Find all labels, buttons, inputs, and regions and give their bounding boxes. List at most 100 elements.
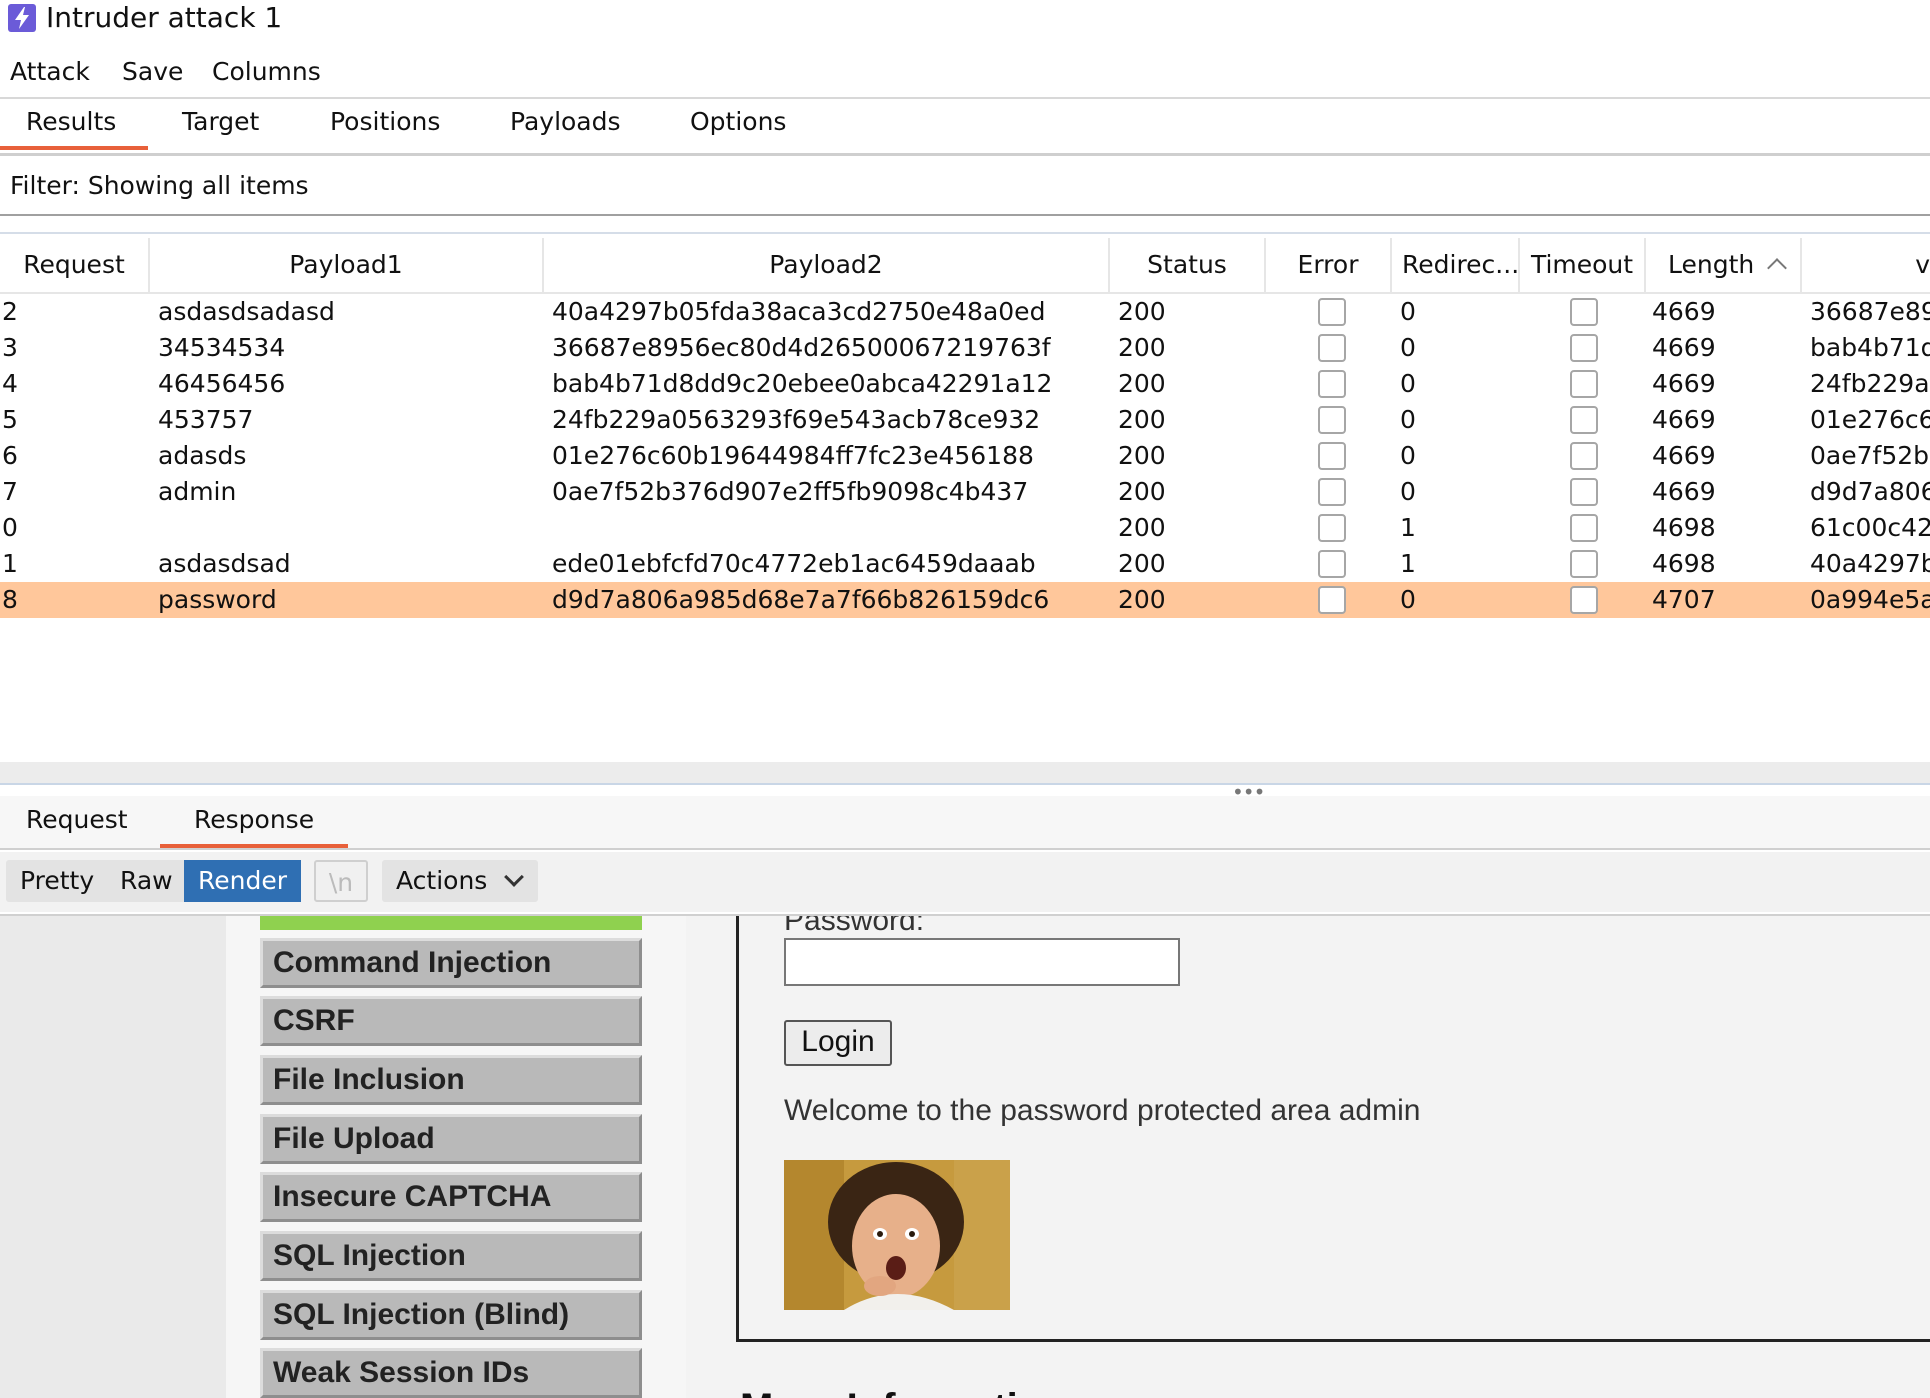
nav-insecure-captcha[interactable]: Insecure CAPTCHA bbox=[260, 1172, 642, 1222]
cell-extra: 40a4297b bbox=[1810, 549, 1930, 578]
table-row[interactable]: 3 34534534 36687e8956ec80d4d26500067219763… bbox=[0, 330, 1930, 366]
table-row[interactable]: 0 200 1 4698 61c00c42a bbox=[0, 510, 1930, 546]
nav-command-injection[interactable]: Command Injection bbox=[260, 938, 642, 988]
timeout-checkbox bbox=[1570, 334, 1598, 362]
sort-ascending-icon bbox=[1767, 258, 1788, 278]
tab-positions[interactable]: Positions bbox=[330, 104, 440, 140]
cell-payload1: password bbox=[158, 585, 277, 614]
title-bar: Intruder attack 1 bbox=[0, 0, 1930, 38]
cell-extra: 0ae7f52b3 bbox=[1810, 441, 1930, 470]
cell-extra: 61c00c42a bbox=[1810, 513, 1930, 542]
cell-extra: 0a994e5al bbox=[1810, 585, 1930, 614]
table-row[interactable]: 5 453757 24fb229a0563293f69e543acb78ce932 2… bbox=[0, 402, 1930, 438]
column-header-timeout[interactable]: Timeout bbox=[1520, 238, 1646, 292]
cell-length: 4669 bbox=[1652, 369, 1716, 398]
timeout-checkbox bbox=[1570, 514, 1598, 542]
password-input[interactable] bbox=[784, 938, 1180, 986]
column-header-redirects[interactable]: Redirec... bbox=[1392, 238, 1520, 292]
table-row[interactable]: 1 asdasdsad ede01ebfcfd70c4772eb1ac6459daa… bbox=[0, 546, 1930, 582]
error-checkbox bbox=[1318, 334, 1346, 362]
cell-request: 6 bbox=[2, 441, 18, 470]
cell-length: 4707 bbox=[1652, 585, 1716, 614]
column-header-request[interactable]: Request bbox=[0, 238, 150, 292]
timeout-checkbox bbox=[1570, 478, 1598, 506]
cell-status: 200 bbox=[1118, 513, 1166, 542]
table-row[interactable]: 4 46456456 bab4b71d8dd9c20ebee0abca42291a1… bbox=[0, 366, 1930, 402]
table-row[interactable]: 2 asdasdsadasd 40a4297b05fda38aca3cd2750e4… bbox=[0, 294, 1930, 330]
lightning-icon bbox=[8, 4, 36, 32]
timeout-checkbox bbox=[1570, 370, 1598, 398]
cell-extra: d9d7a806 bbox=[1810, 477, 1930, 506]
column-header-length[interactable]: Length bbox=[1646, 238, 1802, 292]
cell-request: 8 bbox=[2, 585, 18, 614]
cell-request: 5 bbox=[2, 405, 18, 434]
menu-columns[interactable]: Columns bbox=[212, 54, 321, 90]
divider bbox=[0, 232, 1930, 234]
actions-dropdown[interactable]: Actions bbox=[382, 860, 538, 902]
cell-request: 4 bbox=[2, 369, 18, 398]
tab-target[interactable]: Target bbox=[182, 104, 259, 140]
rendered-response: Command Injection CSRF File Inclusion Fi… bbox=[0, 916, 1930, 1398]
cell-extra: 36687e89 bbox=[1810, 297, 1930, 326]
newline-toggle-button[interactable]: \n bbox=[314, 860, 368, 902]
cell-redirects: 1 bbox=[1400, 513, 1416, 542]
tab-response[interactable]: Response bbox=[194, 800, 314, 840]
menu-save[interactable]: Save bbox=[122, 54, 183, 90]
split-divider[interactable] bbox=[0, 783, 1930, 785]
cell-request: 1 bbox=[2, 549, 18, 578]
tab-results[interactable]: Results bbox=[26, 104, 116, 140]
column-header-error[interactable]: Error bbox=[1266, 238, 1392, 292]
filter-bar[interactable]: Filter: Showing all items bbox=[10, 168, 309, 204]
nav-active-item[interactable] bbox=[260, 916, 642, 930]
cell-status: 200 bbox=[1118, 477, 1166, 506]
nav-weak-session-ids[interactable]: Weak Session IDs bbox=[260, 1348, 642, 1398]
column-header-payload1[interactable]: Payload1 bbox=[150, 238, 544, 292]
cell-extra: 01e276c60 bbox=[1810, 405, 1930, 434]
cell-status: 200 bbox=[1118, 369, 1166, 398]
cell-payload2: d9d7a806a985d68e7a7f66b826159dc6 bbox=[552, 585, 1050, 614]
menu-attack[interactable]: Attack bbox=[10, 54, 90, 90]
cell-length: 4698 bbox=[1652, 513, 1716, 542]
table-row[interactable]: 7 admin 0ae7f52b376d907e2ff5fb9098c4b437 20… bbox=[0, 474, 1930, 510]
error-checkbox bbox=[1318, 586, 1346, 614]
column-header-extra[interactable]: v bbox=[1802, 238, 1930, 292]
nav-sql-injection[interactable]: SQL Injection bbox=[260, 1231, 642, 1281]
cell-redirects: 0 bbox=[1400, 441, 1416, 470]
welcome-message: Welcome to the password protected area a… bbox=[784, 1094, 1421, 1127]
cell-extra: bab4b71d bbox=[1810, 333, 1930, 362]
login-button[interactable]: Login bbox=[784, 1020, 892, 1066]
password-label: Password: bbox=[784, 916, 925, 937]
tab-payloads[interactable]: Payloads bbox=[510, 104, 621, 140]
column-header-status[interactable]: Status bbox=[1110, 238, 1266, 292]
nav-csrf[interactable]: CSRF bbox=[260, 996, 642, 1046]
tab-options[interactable]: Options bbox=[690, 104, 786, 140]
cell-redirects: 0 bbox=[1400, 369, 1416, 398]
cell-payload1: admin bbox=[158, 477, 237, 506]
cell-redirects: 0 bbox=[1400, 477, 1416, 506]
raw-button[interactable]: Raw bbox=[106, 860, 187, 902]
tab-request[interactable]: Request bbox=[26, 800, 128, 840]
cell-length: 4669 bbox=[1652, 441, 1716, 470]
cell-length: 4698 bbox=[1652, 549, 1716, 578]
cell-status: 200 bbox=[1118, 333, 1166, 362]
nav-file-inclusion[interactable]: File Inclusion bbox=[260, 1055, 642, 1105]
nav-file-upload[interactable]: File Upload bbox=[260, 1114, 642, 1164]
render-button[interactable]: Render bbox=[184, 860, 302, 902]
page-margin bbox=[0, 916, 226, 1398]
cell-length: 4669 bbox=[1652, 405, 1716, 434]
cell-payload2: ede01ebfcfd70c4772eb1ac6459daaab bbox=[552, 549, 1036, 578]
actions-label: Actions bbox=[396, 866, 488, 895]
cell-redirects: 0 bbox=[1400, 405, 1416, 434]
column-header-payload2[interactable]: Payload2 bbox=[544, 238, 1110, 292]
user-avatar-photo bbox=[784, 1160, 1010, 1310]
timeout-checkbox bbox=[1570, 442, 1598, 470]
nav-sql-injection-blind[interactable]: SQL Injection (Blind) bbox=[260, 1290, 642, 1340]
divider bbox=[0, 153, 1930, 156]
error-checkbox bbox=[1318, 370, 1346, 398]
pretty-button[interactable]: Pretty bbox=[6, 860, 108, 902]
error-checkbox bbox=[1318, 514, 1346, 542]
cell-payload1: asdasdsad bbox=[158, 549, 291, 578]
table-row[interactable]: 6 adasds 01e276c60b19644984ff7fc23e456188 2… bbox=[0, 438, 1930, 474]
cell-status: 200 bbox=[1118, 297, 1166, 326]
table-row-selected[interactable]: 8 password d9d7a806a985d68e7a7f66b826159dc… bbox=[0, 582, 1930, 618]
